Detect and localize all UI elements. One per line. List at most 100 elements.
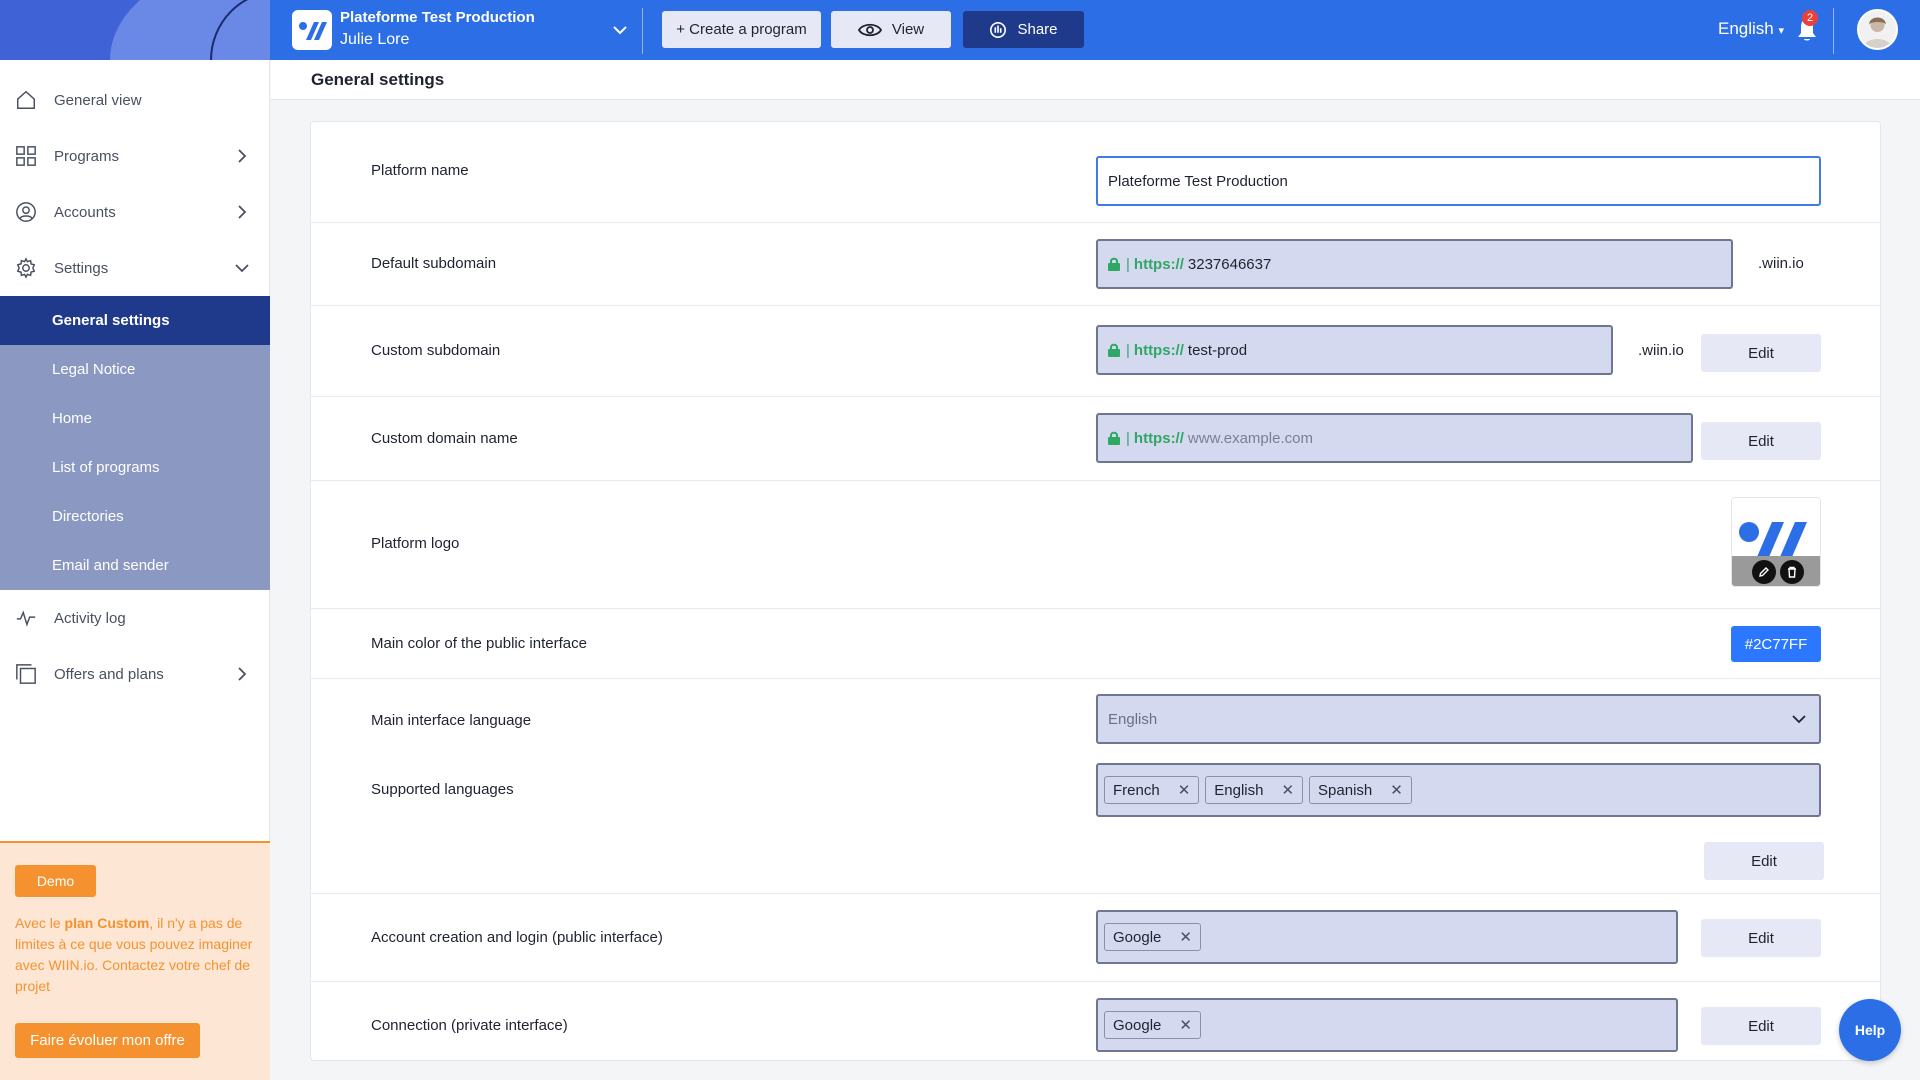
default-subdomain-value: 3237646637 — [1187, 255, 1272, 273]
sidebar-item-programs[interactable]: Programs — [0, 128, 270, 184]
platform-logo-preview — [1731, 497, 1821, 587]
avatar[interactable] — [1857, 9, 1898, 50]
current-user-name: Julie Lore — [340, 31, 410, 48]
settings-card: Platform name Plateforme Test Production… — [310, 121, 1881, 1061]
chevron-right-icon — [238, 667, 247, 681]
auth-chip-google: Google ✕ — [1104, 1011, 1201, 1039]
logo-actions-overlay — [1732, 556, 1820, 586]
edit-custom-domain-button[interactable]: Edit — [1701, 422, 1821, 460]
submenu-item-list-of-programs[interactable]: List of programs — [0, 443, 270, 492]
share-button[interactable]: Share — [963, 11, 1084, 48]
lock-icon — [1108, 343, 1120, 357]
grid-icon — [14, 144, 38, 168]
demo-badge: Demo — [15, 865, 96, 897]
upgrade-offer-button[interactable]: Faire évoluer mon offre — [15, 1023, 200, 1058]
language-chip-spanish: Spanish ✕ — [1309, 776, 1412, 804]
custom-domain-row: Custom domain name | https:// www.exampl… — [311, 397, 1880, 481]
edit-logo-icon[interactable] — [1752, 560, 1776, 584]
main-language-label: Main interface language — [371, 712, 532, 729]
help-button[interactable]: Help — [1839, 999, 1901, 1061]
chip-label: English — [1214, 781, 1264, 799]
account-creation-field[interactable]: Google ✕ — [1096, 910, 1678, 964]
account-creation-row: Account creation and login (public inter… — [311, 894, 1880, 982]
delete-logo-icon[interactable] — [1780, 560, 1804, 584]
supported-languages-label: Supported languages — [371, 781, 514, 798]
custom-domain-label: Custom domain name — [371, 430, 518, 447]
language-selector[interactable]: English ▾ — [1718, 19, 1784, 39]
chevron-right-icon — [238, 205, 247, 219]
chevron-down-icon — [235, 264, 249, 273]
protocol-label: https:// — [1133, 341, 1184, 359]
platform-name-input[interactable]: Plateforme Test Production — [1096, 156, 1821, 206]
user-circle-icon — [14, 200, 38, 224]
topbar-divider — [1833, 8, 1834, 54]
sidebar-item-settings[interactable]: Settings — [0, 240, 270, 296]
custom-subdomain-value: test-prod — [1187, 341, 1248, 359]
sidebar-item-offers-and-plans[interactable]: Offers and plans — [0, 646, 270, 702]
platform-name-value: Plateforme Test Production — [1108, 172, 1288, 190]
chip-label: Spanish — [1318, 781, 1373, 799]
platform-logo-label: Platform logo — [371, 535, 460, 552]
account-creation-label: Account creation and login (public inter… — [371, 929, 663, 946]
sidebar-item-label: Programs — [54, 147, 120, 165]
chevron-down-icon[interactable] — [610, 20, 630, 40]
default-subdomain-label: Default subdomain — [371, 255, 497, 272]
connection-field[interactable]: Google ✕ — [1096, 998, 1678, 1052]
edit-account-creation-button[interactable]: Edit — [1701, 919, 1821, 957]
main-language-select[interactable]: English — [1096, 694, 1821, 744]
domain-suffix: .wiin.io — [1638, 342, 1684, 359]
default-subdomain-field: | https:// 3237646637 — [1096, 239, 1733, 289]
chevron-down-icon — [1792, 715, 1806, 724]
sidebar-header — [0, 0, 270, 60]
view-button[interactable]: View — [831, 11, 951, 48]
platform-name-row: Platform name Plateforme Test Production — [311, 122, 1880, 223]
sidebar: General view Programs Accounts Settings … — [0, 0, 270, 1080]
language-chip-english: English ✕ — [1205, 776, 1304, 804]
sidebar-item-activity-log[interactable]: Activity log — [0, 590, 270, 646]
submenu-item-home[interactable]: Home — [0, 394, 270, 443]
language-chip-french: French ✕ — [1104, 776, 1200, 804]
edit-connection-button[interactable]: Edit — [1701, 1007, 1821, 1045]
app-root: General view Programs Accounts Settings … — [0, 0, 1920, 1080]
create-program-button[interactable]: + Create a program — [662, 11, 821, 48]
remove-chip-icon[interactable]: ✕ — [1281, 781, 1294, 799]
remove-chip-icon[interactable]: ✕ — [1178, 781, 1191, 799]
platform-switcher-name[interactable]: Plateforme Test Production — [340, 9, 535, 26]
chevron-right-icon — [238, 149, 247, 163]
edit-custom-subdomain-button[interactable]: Edit — [1701, 334, 1821, 372]
notification-badge: 2 — [1802, 10, 1818, 26]
platform-logo-icon[interactable] — [292, 10, 332, 50]
protocol-separator: | — [1126, 429, 1130, 447]
promo-text: Avec le plan Custom, il n'y a pas de lim… — [15, 913, 255, 997]
eye-icon — [857, 23, 882, 36]
connection-label: Connection (private interface) — [371, 1017, 568, 1034]
sidebar-item-label: Accounts — [54, 203, 116, 221]
submenu-item-general-settings[interactable]: General settings — [0, 296, 270, 345]
topbar: Plateforme Test Production Julie Lore + … — [270, 0, 1920, 60]
remove-chip-icon[interactable]: ✕ — [1179, 928, 1192, 946]
main-color-swatch[interactable]: #2C77FF — [1731, 626, 1821, 662]
custom-domain-placeholder: www.example.com — [1187, 429, 1313, 447]
sidebar-item-general-view[interactable]: General view — [0, 72, 270, 128]
edit-languages-button[interactable]: Edit — [1704, 842, 1824, 880]
topbar-divider — [642, 8, 643, 54]
create-program-label: + Create a program — [676, 21, 807, 38]
submenu-item-legal-notice[interactable]: Legal Notice — [0, 345, 270, 394]
custom-subdomain-field: | https:// test-prod — [1096, 325, 1613, 375]
remove-chip-icon[interactable]: ✕ — [1390, 781, 1403, 799]
domain-suffix: .wiin.io — [1758, 255, 1804, 272]
submenu-item-directories[interactable]: Directories — [0, 492, 270, 541]
sidebar-item-label: Activity log — [54, 609, 126, 627]
supported-languages-field[interactable]: French ✕ English ✕ Spanish ✕ — [1096, 763, 1821, 817]
remove-chip-icon[interactable]: ✕ — [1179, 1016, 1192, 1034]
submenu-item-email-and-sender[interactable]: Email and sender — [0, 541, 270, 590]
custom-domain-field: | https:// www.example.com — [1096, 413, 1693, 463]
custom-subdomain-label: Custom subdomain — [371, 342, 501, 359]
page-header: General settings — [271, 60, 1920, 100]
copy-icon — [14, 662, 38, 686]
caret-down-icon: ▾ — [1778, 25, 1785, 37]
sidebar-item-accounts[interactable]: Accounts — [0, 184, 270, 240]
lock-icon — [1108, 431, 1120, 445]
home-icon — [14, 88, 38, 112]
activity-icon — [14, 606, 38, 630]
